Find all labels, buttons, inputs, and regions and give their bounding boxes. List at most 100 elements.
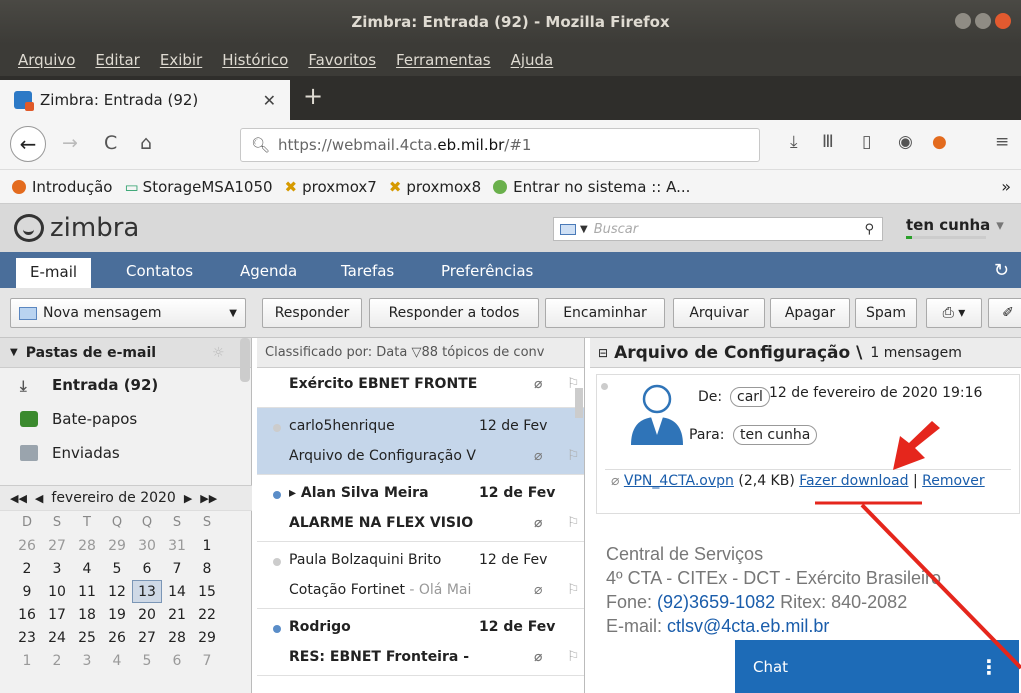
folders-header[interactable]: ▼ Pastas de e-mail ☼ xyxy=(0,338,251,368)
email-link[interactable]: ctlsv@4cta.eb.mil.br xyxy=(667,616,829,636)
reply-all-button[interactable]: Responder a todos xyxy=(369,298,539,328)
calendar-day[interactable]: 8 xyxy=(192,557,222,580)
minimize-button[interactable] xyxy=(955,13,971,29)
calendar-day[interactable]: 14 xyxy=(162,580,192,603)
close-window-button[interactable] xyxy=(995,13,1011,29)
reload-icon[interactable]: C xyxy=(104,132,117,154)
flag-icon[interactable]: ⚐ xyxy=(567,649,580,665)
spam-button[interactable]: Spam xyxy=(855,298,917,328)
flag-icon[interactable]: ⚐ xyxy=(567,448,580,464)
calendar-day[interactable]: 20 xyxy=(132,603,162,626)
calendar-day[interactable]: 3 xyxy=(72,649,102,672)
new-tab-icon[interactable]: + xyxy=(303,82,323,110)
calendar-day[interactable]: 11 xyxy=(72,580,102,603)
back-button[interactable]: ← xyxy=(10,126,46,162)
calendar-day[interactable]: 29 xyxy=(102,534,132,557)
calendar-day[interactable]: 16 xyxy=(12,603,42,626)
menu-ajuda[interactable]: Ajuda xyxy=(511,51,554,69)
menu-historico[interactable]: Histórico xyxy=(222,51,288,69)
calendar-day[interactable]: 25 xyxy=(72,626,102,649)
calendar-day[interactable]: 27 xyxy=(132,626,162,649)
library-icon[interactable]: Ⅲ xyxy=(822,132,834,152)
search-input[interactable]: ▼ Buscar ⚲ xyxy=(553,217,883,241)
read-status-icon[interactable] xyxy=(601,383,608,390)
attachment-name[interactable]: VPN_4CTA.ovpn xyxy=(624,473,734,489)
mail-search-type-icon[interactable] xyxy=(560,223,576,235)
extension-icon[interactable]: ◉ xyxy=(898,132,913,152)
unread-indicator-icon[interactable] xyxy=(273,558,281,566)
print-button[interactable]: ⎙ ▾ xyxy=(926,298,982,328)
bookmark-storage[interactable]: ▭ StorageMSA1050 xyxy=(124,178,272,196)
chevron-down-icon[interactable]: ▼ xyxy=(580,224,588,235)
download-link[interactable]: Fazer download xyxy=(799,473,908,489)
calendar-day[interactable]: 13 xyxy=(132,580,162,603)
list-item[interactable]: ▸ Alan Silva Meira 12 de Fev ALARME NA FLE… xyxy=(257,475,584,542)
browser-tab[interactable]: Zimbra: Entrada (92) ✕ xyxy=(0,80,290,120)
prev-month-icon[interactable]: ◀ xyxy=(35,492,43,505)
reply-button[interactable]: Responder xyxy=(262,298,362,328)
calendar-day[interactable]: 29 xyxy=(192,626,222,649)
calendar-day[interactable]: 5 xyxy=(132,649,162,672)
calendar-day[interactable]: 6 xyxy=(132,557,162,580)
calendar-day[interactable]: 21 xyxy=(162,603,192,626)
bookmark-entrar[interactable]: Entrar no sistema :: A... xyxy=(493,178,690,196)
archive-button[interactable]: Arquivar xyxy=(673,298,765,328)
bookmark-proxmox8[interactable]: ✖ proxmox8 xyxy=(389,178,481,196)
menu-ferramentas[interactable]: Ferramentas xyxy=(396,51,491,69)
tab-tarefas[interactable]: Tarefas xyxy=(341,262,394,280)
maximize-button[interactable] xyxy=(975,13,991,29)
folder-chats[interactable]: Bate-papos xyxy=(0,402,251,436)
folder-inbox[interactable]: ⤓ Entrada (92) xyxy=(0,368,251,402)
calendar-day[interactable]: 27 xyxy=(42,534,72,557)
calendar-day[interactable]: 24 xyxy=(42,626,72,649)
forward-button[interactable]: Encaminhar xyxy=(545,298,665,328)
list-scrollbar[interactable] xyxy=(575,388,583,418)
folder-sent[interactable]: Enviadas xyxy=(0,436,251,470)
calendar-day[interactable]: 7 xyxy=(192,649,222,672)
unread-indicator-icon[interactable] xyxy=(273,625,281,633)
calendar-day[interactable]: 1 xyxy=(12,649,42,672)
firefox-account-icon[interactable]: ● xyxy=(932,132,947,152)
calendar-day[interactable]: 26 xyxy=(12,534,42,557)
more-bookmarks-icon[interactable]: » xyxy=(1001,177,1011,196)
collapse-icon[interactable]: ⊟ xyxy=(598,346,608,360)
calendar-day[interactable]: 28 xyxy=(162,626,192,649)
calendar-day[interactable]: 9 xyxy=(12,580,42,603)
menu-favoritos[interactable]: Favoritos xyxy=(308,51,376,69)
calendar-day[interactable]: 4 xyxy=(102,649,132,672)
menu-exibir[interactable]: Exibir xyxy=(160,51,202,69)
url-bar[interactable]: 🔍︎ https://webmail.4cta. eb.mil.br/#1 xyxy=(240,128,760,162)
calendar-day[interactable]: 31 xyxy=(162,534,192,557)
tab-contatos[interactable]: Contatos xyxy=(126,262,193,280)
chevron-down-icon[interactable]: ▼ xyxy=(229,308,237,319)
calendar-day[interactable]: 2 xyxy=(12,557,42,580)
calendar-day[interactable]: 22 xyxy=(192,603,222,626)
tag-button[interactable]: ✐ xyxy=(988,298,1021,328)
calendar-day[interactable]: 18 xyxy=(72,603,102,626)
calendar-day[interactable]: 19 xyxy=(102,603,132,626)
bookmark-proxmox7[interactable]: ✖ proxmox7 xyxy=(285,178,377,196)
unread-indicator-icon[interactable] xyxy=(273,491,281,499)
list-item[interactable]: Rodrigo 12 de Fev RES: EBNET Fronteira - ⌀ ⚐ xyxy=(257,609,584,676)
calendar-day[interactable]: 26 xyxy=(102,626,132,649)
collapse-icon[interactable]: ▼ xyxy=(10,347,18,358)
folder-scrollbar[interactable] xyxy=(240,338,250,382)
menu-arquivo[interactable]: Arquivo xyxy=(18,51,75,69)
unread-indicator-icon[interactable] xyxy=(273,424,281,432)
home-icon[interactable]: ⌂ xyxy=(140,132,152,154)
sender-pill[interactable]: carl xyxy=(730,387,770,407)
list-item[interactable]: Paula Bolzaquini Brito 12 de Fev Cotação F… xyxy=(257,542,584,609)
calendar-day[interactable]: 2 xyxy=(42,649,72,672)
next-year-icon[interactable]: ▶▶ xyxy=(200,492,217,505)
forward-icon[interactable]: → xyxy=(62,132,78,154)
list-item[interactable]: Exército EBNET FRONTE ⌀ ⚐ xyxy=(257,368,584,408)
tab-close-icon[interactable]: ✕ xyxy=(263,91,276,110)
menu-editar[interactable]: Editar xyxy=(95,51,139,69)
calendar-day[interactable]: 28 xyxy=(72,534,102,557)
bookmark-introducao[interactable]: Introdução xyxy=(12,178,112,196)
refresh-icon[interactable]: ↻ xyxy=(994,260,1009,281)
calendar-day[interactable]: 30 xyxy=(132,534,162,557)
sidebar-icon[interactable]: ▯ xyxy=(862,132,871,152)
more-options-icon[interactable]: ⋮ xyxy=(979,655,999,679)
zimbra-logo[interactable]: zimbra xyxy=(14,213,139,243)
